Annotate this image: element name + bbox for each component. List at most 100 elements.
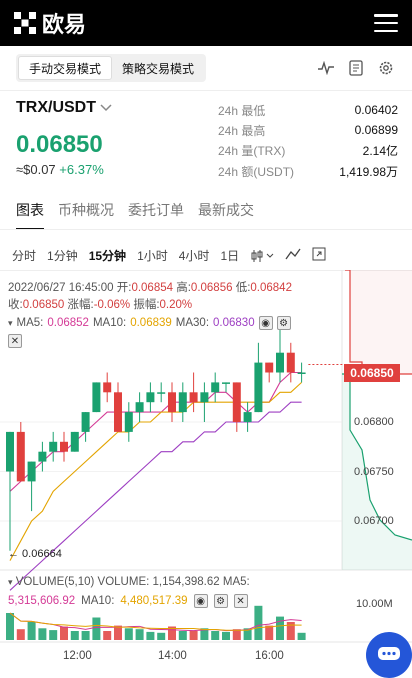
volume-bar (27, 622, 36, 640)
candle-body (124, 412, 133, 432)
candle-body (297, 372, 306, 374)
stat-row: 24h 量(TRX) 2.14亿 (218, 141, 398, 161)
interval-15m[interactable]: 15分钟 (89, 247, 126, 264)
candle-body (286, 352, 295, 373)
interval-timeshare[interactable]: 分时 (12, 247, 36, 264)
drawing-tool-icon[interactable] (285, 248, 301, 263)
volume-bar (276, 616, 284, 640)
volume-bar (178, 631, 187, 640)
candle-body (200, 392, 209, 403)
price-sub: ≈$0.07 +6.37% (16, 162, 104, 177)
chat-bubble-icon (378, 647, 400, 660)
volume-bar (211, 631, 220, 640)
stat-label: 24h 量(TRX) (218, 144, 286, 159)
tab-coin-overview[interactable]: 币种概况 (58, 200, 114, 230)
candle-body (265, 362, 274, 373)
candle-body (189, 392, 198, 403)
interval-1m[interactable]: 1分钟 (47, 247, 78, 264)
x-axis-label: 12:00 (63, 650, 92, 662)
volume-bar (135, 629, 144, 640)
volume-legend-2: 5,315,606.92 MA10: 4,480,517.39 ◉ ⚙ ✕ (8, 594, 248, 608)
customer-service-button[interactable] (366, 632, 412, 678)
chevron-down-icon[interactable]: ▾ (8, 577, 13, 587)
fullscreen-icon[interactable] (312, 247, 326, 264)
stat-value: 1,419.98万 (339, 164, 398, 179)
volume-bar (49, 630, 58, 640)
current-price-tag: 0.06850 (344, 364, 400, 382)
eye-icon[interactable]: ◉ (258, 316, 273, 330)
y-axis-label: 0.06800 (354, 416, 394, 428)
interval-4h[interactable]: 4小时 (179, 247, 210, 264)
volume-bar (103, 631, 112, 640)
volume-ma5-label: MA5: (222, 576, 250, 588)
pair-selector[interactable]: TRX/USDT (16, 99, 112, 117)
stat-label: 24h 额(USDT) (218, 164, 295, 179)
tab-manual-trading[interactable]: 手动交易模式 (18, 56, 113, 80)
gear-icon[interactable]: ⚙ (276, 316, 291, 330)
close-icon[interactable]: ✕ (233, 594, 248, 608)
price-change: +6.37% (59, 162, 104, 177)
candle-body (60, 441, 68, 452)
volume-bar (60, 626, 68, 640)
stat-value: 2.14亿 (362, 144, 398, 159)
stat-row: 24h 额(USDT) 1,419.98万 (218, 161, 398, 181)
volume-bar (146, 631, 155, 640)
ma-legend: ▾ MA5: 0.06852 MA10: 0.06839 MA30: 0.06830 … (8, 316, 291, 330)
volume-bar (38, 628, 47, 640)
indicator-dropdown[interactable] (250, 249, 274, 263)
candle-body (254, 362, 263, 413)
stats-panel: 24h 最低 0.06402 24h 最高 0.06899 24h 量(TRX) 2.… (218, 100, 398, 181)
pair-symbol: TRX/USDT (16, 99, 96, 116)
document-icon[interactable] (346, 58, 366, 78)
candle-body (168, 392, 176, 413)
tab-open-orders[interactable]: 委托订单 (128, 200, 184, 230)
volume-bar (222, 631, 230, 640)
tab-strategy-trading[interactable]: 策略交易模式 (112, 56, 204, 80)
mode-tabs: 手动交易模式 策略交易模式 (16, 54, 207, 82)
interval-1d[interactable]: 1日 (220, 247, 239, 264)
volume-title: VOLUME(5,10) (15, 576, 95, 588)
chevron-down-icon (100, 104, 112, 112)
ohlc-label: 开: (116, 282, 132, 294)
mode-icons (316, 58, 396, 78)
hamburger-menu-icon[interactable] (374, 14, 398, 32)
candle-body (276, 352, 284, 373)
gear-icon[interactable] (376, 58, 396, 78)
candle-body (16, 431, 25, 482)
mode-row: 手动交易模式 策略交易模式 (0, 46, 412, 90)
y-axis-label: 0.06750 (354, 466, 394, 478)
chevron-down-icon[interactable]: ▾ (8, 318, 13, 329)
eye-icon[interactable]: ◉ (193, 594, 208, 608)
volume-label: VOLUME: (97, 576, 150, 588)
volume-bar (124, 628, 133, 640)
volume-ma10-value: 4,480,517.39 (120, 595, 188, 607)
candle-body (27, 461, 36, 482)
interval-1h[interactable]: 1小时 (137, 247, 168, 264)
change-value: -0.06% (93, 299, 131, 311)
candle-body (211, 382, 220, 393)
close-icon[interactable]: ✕ (8, 334, 22, 348)
volume-bar (157, 632, 166, 640)
stat-value: 0.06402 (354, 103, 398, 118)
volume-bar (265, 625, 274, 640)
tab-chart[interactable]: 图表 (16, 200, 44, 230)
volume-bar (16, 629, 25, 640)
high-value: 0.06856 (190, 282, 233, 294)
candle-body (103, 382, 112, 393)
candle-body (81, 412, 90, 432)
ohlc-label: 低: (235, 282, 251, 294)
candle-body (135, 402, 144, 413)
stat-value: 0.06899 (354, 123, 398, 138)
tab-latest-trades[interactable]: 最新成交 (198, 200, 254, 230)
logo[interactable]: 欧易 (14, 7, 86, 39)
ohlc-info: 2022/06/27 16:45:00 开:0.06854 高:0.06856 … (8, 280, 308, 314)
content-tabs: 图表 币种概况 委托订单 最新成交 (16, 200, 254, 230)
candle-body (6, 431, 14, 472)
ma30-value: 0.06830 (213, 317, 255, 329)
close-value: 0.06850 (22, 299, 65, 311)
candle-body (114, 392, 122, 432)
activity-icon[interactable] (316, 58, 336, 78)
gear-icon[interactable]: ⚙ (213, 594, 228, 608)
candle-body (222, 382, 230, 384)
candle-body (49, 441, 58, 452)
